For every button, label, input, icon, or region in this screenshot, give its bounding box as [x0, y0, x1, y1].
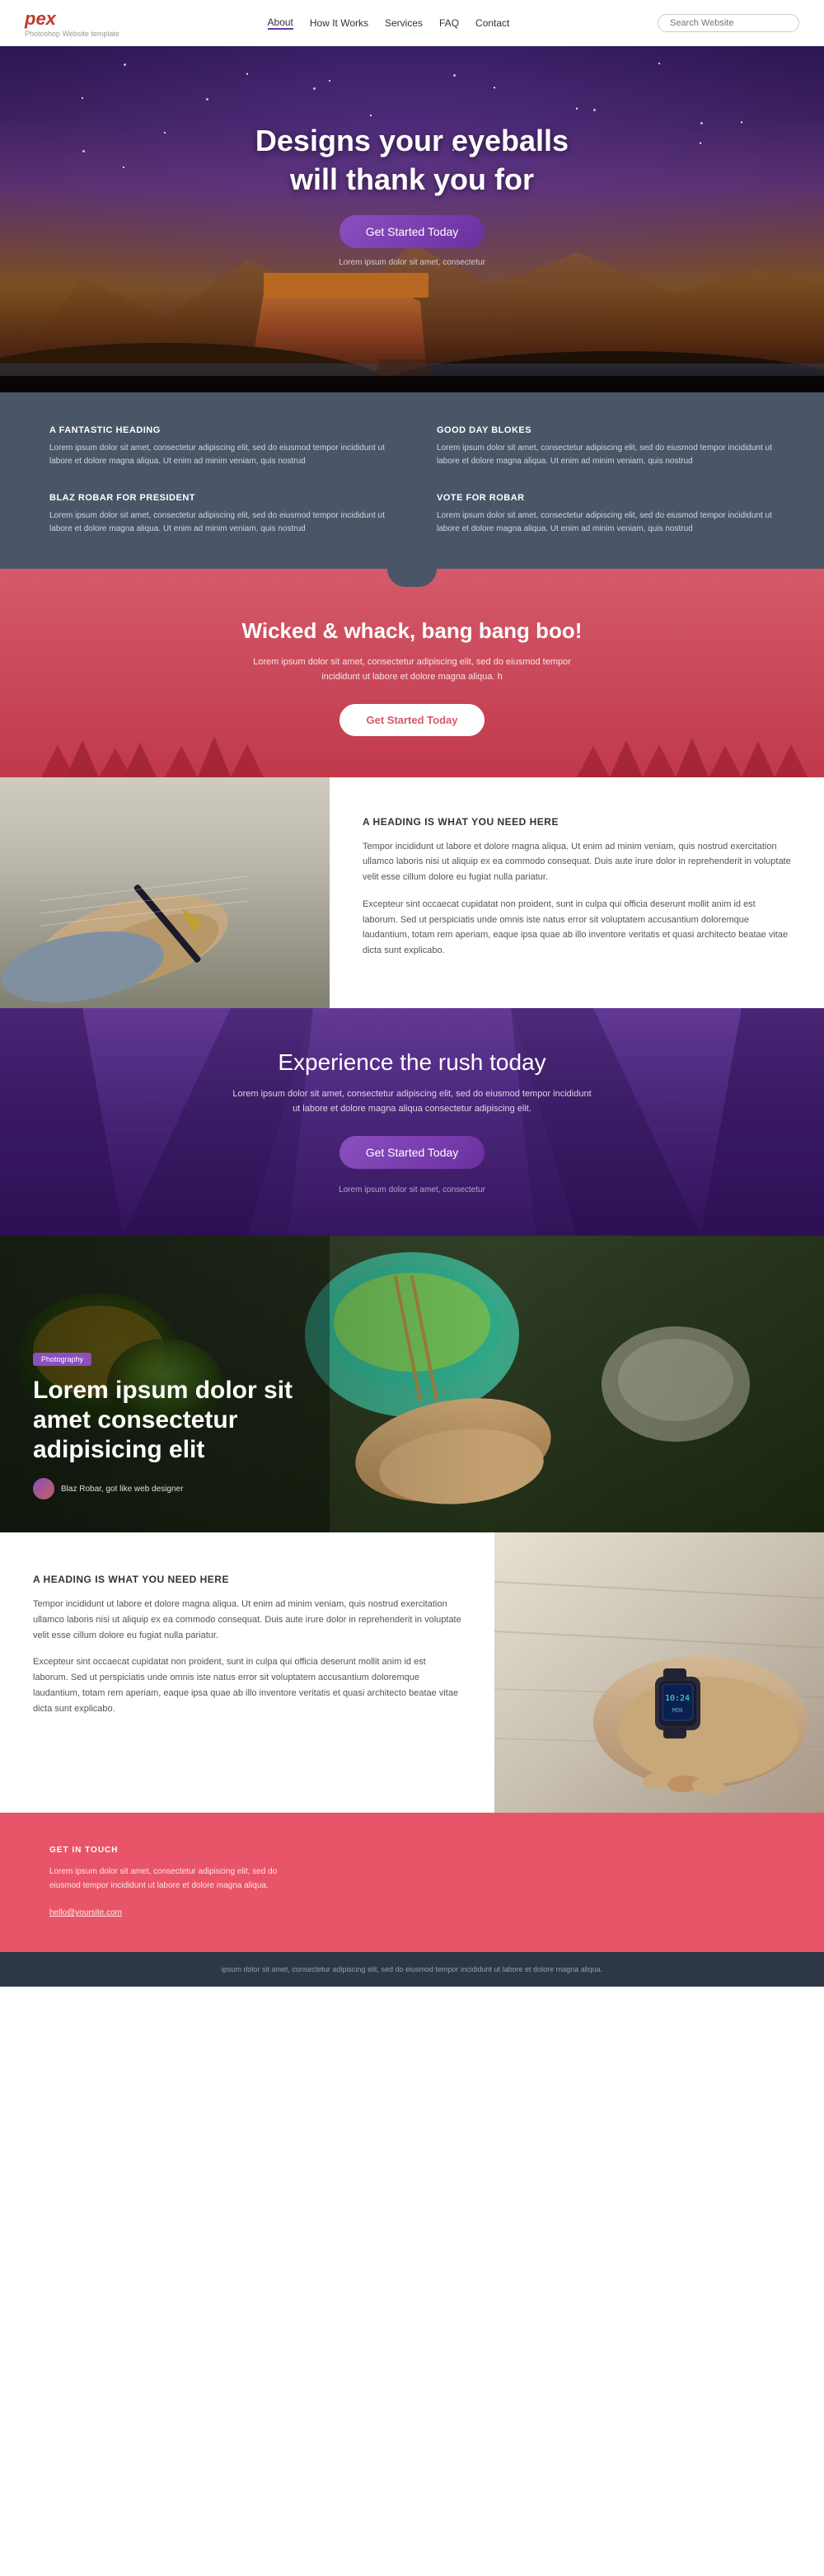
- svg-text:MON: MON: [672, 1707, 683, 1714]
- hero-content: Designs your eyeballs will thank you for…: [255, 122, 569, 268]
- writing-section: A HEADING IS WHAT YOU NEED HERE Tempor i…: [0, 777, 824, 1008]
- nav-services[interactable]: Services: [385, 17, 423, 29]
- footer-text: Lorem ipsum dolor sit amet, consectetur …: [49, 1865, 280, 1893]
- feature-1-text: Lorem ipsum dolor sit amet, consectetur …: [49, 442, 387, 468]
- search-container: [658, 14, 799, 32]
- article-title: A HEADING IS WHAT YOU NEED HERE: [33, 1574, 461, 1585]
- feature-2-title: GOOD DAY BLOKES: [437, 425, 775, 435]
- footer-get-in-touch: GET IN TOUCH Lorem ipsum dolor sit amet,…: [49, 1846, 775, 1919]
- hero-section: Designs your eyeballs will thank you for…: [0, 46, 824, 392]
- writing-bg: [0, 777, 330, 1008]
- writing-text-2: Excepteur sint occaecat cupidatat non pr…: [363, 897, 791, 959]
- footer-email-link[interactable]: hello@yoursite.com: [49, 1908, 122, 1917]
- article-image: 10:24 MON: [494, 1532, 824, 1813]
- food-content: Photography Lorem ipsum dolor sit amet c…: [33, 1351, 297, 1499]
- logo: pex Photoshop Website template: [25, 8, 119, 38]
- bottom-bar: ipsum dolor sit amet, consectetur adipis…: [0, 1952, 824, 1987]
- food-section: Photography Lorem ipsum dolor sit amet c…: [0, 1236, 824, 1532]
- writing-image: [0, 777, 330, 1008]
- star-dot: [593, 109, 596, 111]
- hero-cta-button[interactable]: Get Started Today: [339, 215, 485, 248]
- purple-cta-button[interactable]: Get Started Today: [339, 1136, 485, 1169]
- food-author: Blaz Robar, got like web designer: [33, 1478, 297, 1499]
- feature-1: A FANTASTIC HEADING Lorem ipsum dolor si…: [49, 425, 387, 468]
- food-title: Lorem ipsum dolor sit amet consectetur a…: [33, 1376, 297, 1465]
- feature-3-text: Lorem ipsum dolor sit amet, consectetur …: [49, 509, 387, 536]
- nav-faq[interactable]: FAQ: [439, 17, 459, 29]
- features-section: A FANTASTIC HEADING Lorem ipsum dolor si…: [0, 392, 824, 569]
- star-dot: [124, 63, 126, 66]
- search-input[interactable]: [658, 14, 799, 32]
- article-text-1: Tempor incididunt ut labore et dolore ma…: [33, 1597, 461, 1643]
- feature-2-text: Lorem ipsum dolor sit amet, consectetur …: [437, 442, 775, 468]
- pink-title: Wicked & whack, bang bang boo!: [33, 618, 791, 644]
- writing-text-1: Tempor incididunt ut labore et dolore ma…: [363, 839, 791, 885]
- nav-how-it-works[interactable]: How It Works: [310, 17, 368, 29]
- article-section: A HEADING IS WHAT YOU NEED HERE Tempor i…: [0, 1532, 824, 1813]
- hero-title: Designs your eyeballs will thank you for: [255, 122, 569, 199]
- feature-4: VOTE FOR ROBAR Lorem ipsum dolor sit ame…: [437, 493, 775, 536]
- feature-3-title: BLAZ ROBAR FOR PRESIDENT: [49, 493, 387, 503]
- watch-visual: 10:24 MON: [494, 1532, 824, 1813]
- purple-content: Experience the rush today Lorem ipsum do…: [33, 1049, 791, 1194]
- hero-sub-text: Lorem ipsum dolor sit amet, consectetur: [255, 258, 569, 267]
- purple-title: Experience the rush today: [33, 1049, 791, 1076]
- feature-2: GOOD DAY BLOKES Lorem ipsum dolor sit am…: [437, 425, 775, 468]
- feature-1-title: A FANTASTIC HEADING: [49, 425, 387, 435]
- author-avatar: [33, 1478, 54, 1499]
- star-dot: [82, 150, 85, 152]
- purple-text: Lorem ipsum dolor sit amet, consectetur …: [231, 1087, 593, 1116]
- feature-3: BLAZ ROBAR FOR PRESIDENT Lorem ipsum dol…: [49, 493, 387, 536]
- nav-links: About How It Works Services FAQ Contact: [268, 16, 510, 30]
- footer: GET IN TOUCH Lorem ipsum dolor sit amet,…: [0, 1813, 824, 1952]
- svg-text:10:24: 10:24: [665, 1694, 690, 1703]
- author-name: Blaz Robar, got like web designer: [61, 1485, 183, 1494]
- navigation: pex Photoshop Website template About How…: [0, 0, 824, 46]
- star-dot: [453, 74, 456, 77]
- nav-about[interactable]: About: [268, 16, 293, 30]
- pink-cta-button[interactable]: Get Started Today: [339, 704, 484, 736]
- writing-content: A HEADING IS WHAT YOU NEED HERE Tempor i…: [330, 777, 824, 1008]
- pink-content: Wicked & whack, bang bang boo! Lorem ips…: [33, 618, 791, 736]
- nav-contact[interactable]: Contact: [475, 17, 509, 29]
- article-text-2: Excepteur sint occaecat cupidatat non pr…: [33, 1654, 461, 1716]
- footer-section-title: GET IN TOUCH: [49, 1846, 775, 1855]
- purple-cta-section: Experience the rush today Lorem ipsum do…: [0, 1008, 824, 1236]
- food-tag: Photography: [33, 1353, 91, 1366]
- feature-4-title: VOTE FOR ROBAR: [437, 493, 775, 503]
- article-content: A HEADING IS WHAT YOU NEED HERE Tempor i…: [0, 1532, 494, 1813]
- writing-title: A HEADING IS WHAT YOU NEED HERE: [363, 816, 791, 828]
- bottom-bar-text: ipsum dolor sit amet, consectetur adipis…: [33, 1965, 791, 1973]
- feature-4-text: Lorem ipsum dolor sit amet, consectetur …: [437, 509, 775, 536]
- star-dot: [206, 98, 208, 101]
- pink-cta-section: Wicked & whack, bang bang boo! Lorem ips…: [0, 569, 824, 777]
- pink-text: Lorem ipsum dolor sit amet, consectetur …: [247, 655, 577, 684]
- purple-sub-text: Lorem ipsum dolor sit amet, consectetur: [33, 1185, 791, 1194]
